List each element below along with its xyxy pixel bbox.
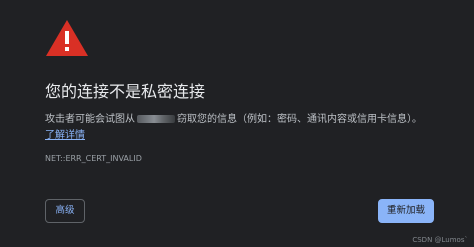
message-text-end: 窃取您的信息（例如：密码、通讯内容或信用卡信息）。 bbox=[177, 114, 422, 125]
advanced-button[interactable]: 高级 bbox=[45, 199, 85, 223]
reload-button[interactable]: 重新加载 bbox=[378, 199, 434, 223]
warning-icon bbox=[46, 20, 88, 56]
message-text-start: 攻击者可能会试图从 bbox=[45, 114, 135, 125]
error-code: NET::ERR_CERT_INVALID bbox=[45, 154, 142, 163]
learn-more-link[interactable]: 了解详情 bbox=[45, 128, 85, 143]
redacted-domain bbox=[137, 115, 175, 123]
error-message: 攻击者可能会试图从 窃取您的信息（例如：密码、通讯内容或信用卡信息）。 bbox=[45, 112, 422, 127]
page-title: 您的连接不是私密连接 bbox=[45, 82, 206, 101]
watermark: CSDN @Lumos` bbox=[412, 236, 468, 244]
